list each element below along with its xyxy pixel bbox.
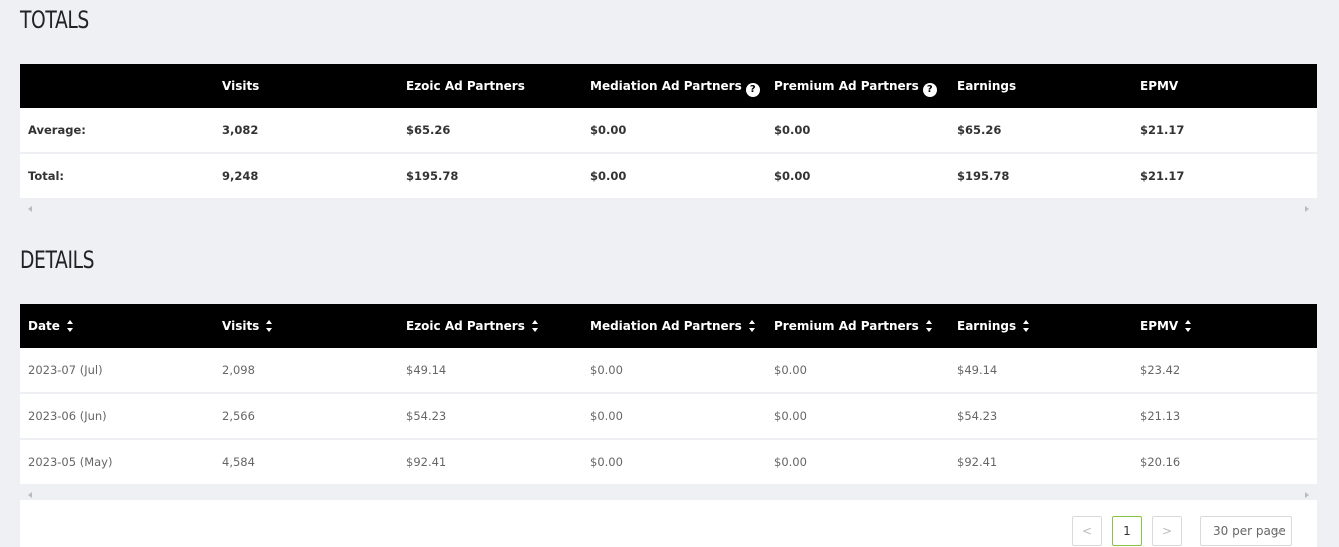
cell-ezoic: $65.26 [406,123,451,137]
totals-header-visits: Visits [222,79,260,93]
scroll-left-icon[interactable] [28,492,32,498]
cell-premium: $0.00 [774,363,807,377]
cell-ezoic: $49.14 [406,363,447,377]
cell-ezoic: $54.23 [406,409,447,423]
sort-earnings-header[interactable]: Earnings [957,304,1030,348]
totals-table: Visits Ezoic Ad Partners Mediation Ad Pa… [20,64,1317,216]
cell-mediation: $0.00 [590,123,627,137]
totals-header-row: Visits Ezoic Ad Partners Mediation Ad Pa… [20,64,1317,108]
cell-date: 2023-07 (Jul) [28,363,103,377]
sort-icon[interactable] [66,319,74,333]
details-header-epmv: EPMV [1140,319,1179,333]
sort-epmv-header[interactable]: EPMV [1140,304,1192,348]
cell-earnings: $54.23 [957,409,998,423]
details-header-mediation: Mediation Ad Partners [590,319,742,333]
cell-visits: 3,082 [222,123,259,137]
cell-epmv: $20.16 [1140,455,1181,469]
cell-earnings: $92.41 [957,455,998,469]
totals-title: TOTALS [20,6,89,34]
sort-icon[interactable] [1184,319,1192,333]
scroll-right-icon[interactable] [1305,206,1309,212]
next-page-button[interactable]: > [1152,516,1182,546]
totals-header-premium: Premium Ad Partners? [774,64,937,108]
cell-premium: $0.00 [774,169,811,183]
sort-visits-header[interactable]: Visits [222,304,273,348]
cell-visits: 4,584 [222,455,255,469]
row-label: Total: [28,169,65,183]
cell-mediation: $0.00 [590,363,623,377]
cell-earnings: $65.26 [957,123,1002,137]
sort-date-header[interactable]: Date [28,304,74,348]
details-header-earnings: Earnings [957,319,1017,333]
row-label: Average: [28,123,86,137]
prev-page-button[interactable]: < [1072,516,1102,546]
totals-header-epmv: EPMV [1140,79,1179,93]
sort-mediation-header[interactable]: Mediation Ad Partners [590,304,756,348]
cell-mediation: $0.00 [590,409,623,423]
totals-header-mediation-label: Mediation Ad Partners [590,79,742,93]
cell-epmv: $21.17 [1140,169,1185,183]
cell-mediation: $0.00 [590,169,627,183]
details-header-visits: Visits [222,319,260,333]
pagination: < 1 > 30 per page [20,500,1317,547]
details-header-premium: Premium Ad Partners [774,319,919,333]
details-table: Date Visits Ezoic Ad Partners Mediation … [20,304,1317,502]
scroll-left-icon[interactable] [28,206,32,212]
table-row: Average: 3,082 $65.26 $0.00 $0.00 $65.26… [20,108,1317,154]
cell-premium: $0.00 [774,409,807,423]
sort-icon[interactable] [531,319,539,333]
cell-epmv: $23.42 [1140,363,1181,377]
totals-header-earnings: Earnings [957,79,1017,93]
cell-epmv: $21.17 [1140,123,1185,137]
details-header-ezoic: Ezoic Ad Partners [406,319,525,333]
details-header-row: Date Visits Ezoic Ad Partners Mediation … [20,304,1317,348]
cell-visits: 2,098 [222,363,255,377]
cell-premium: $0.00 [774,123,811,137]
sort-icon[interactable] [925,319,933,333]
sort-premium-header[interactable]: Premium Ad Partners [774,304,933,348]
totals-header-ezoic: Ezoic Ad Partners [406,79,525,93]
table-row: 2023-06 (Jun) 2,566 $54.23 $0.00 $0.00 $… [20,394,1317,440]
cell-premium: $0.00 [774,455,807,469]
cell-date: 2023-06 (Jun) [28,409,107,423]
page-size-select[interactable]: 30 per page [1200,516,1292,546]
cell-ezoic: $92.41 [406,455,447,469]
sort-icon[interactable] [1022,319,1030,333]
cell-earnings: $49.14 [957,363,998,377]
table-row: Total: 9,248 $195.78 $0.00 $0.00 $195.78… [20,154,1317,200]
horizontal-scrollbar[interactable] [20,200,1317,216]
details-header-date: Date [28,319,60,333]
help-icon[interactable]: ? [922,83,937,97]
cell-visits: 9,248 [222,169,259,183]
page-1-button[interactable]: 1 [1112,516,1142,546]
cell-ezoic: $195.78 [406,169,459,183]
details-title: DETAILS [20,246,95,274]
table-row: 2023-05 (May) 4,584 $92.41 $0.00 $0.00 $… [20,440,1317,486]
cell-epmv: $21.13 [1140,409,1181,423]
totals-header-premium-label: Premium Ad Partners [774,79,919,93]
cell-mediation: $0.00 [590,455,623,469]
cell-visits: 2,566 [222,409,255,423]
scroll-right-icon[interactable] [1305,492,1309,498]
help-icon[interactable]: ? [745,83,760,97]
cell-earnings: $195.78 [957,169,1010,183]
sort-icon[interactable] [748,319,756,333]
table-row: 2023-07 (Jul) 2,098 $49.14 $0.00 $0.00 $… [20,348,1317,394]
sort-icon[interactable] [265,319,273,333]
totals-header-mediation: Mediation Ad Partners? [590,64,760,108]
cell-date: 2023-05 (May) [28,455,113,469]
sort-ezoic-header[interactable]: Ezoic Ad Partners [406,304,539,348]
